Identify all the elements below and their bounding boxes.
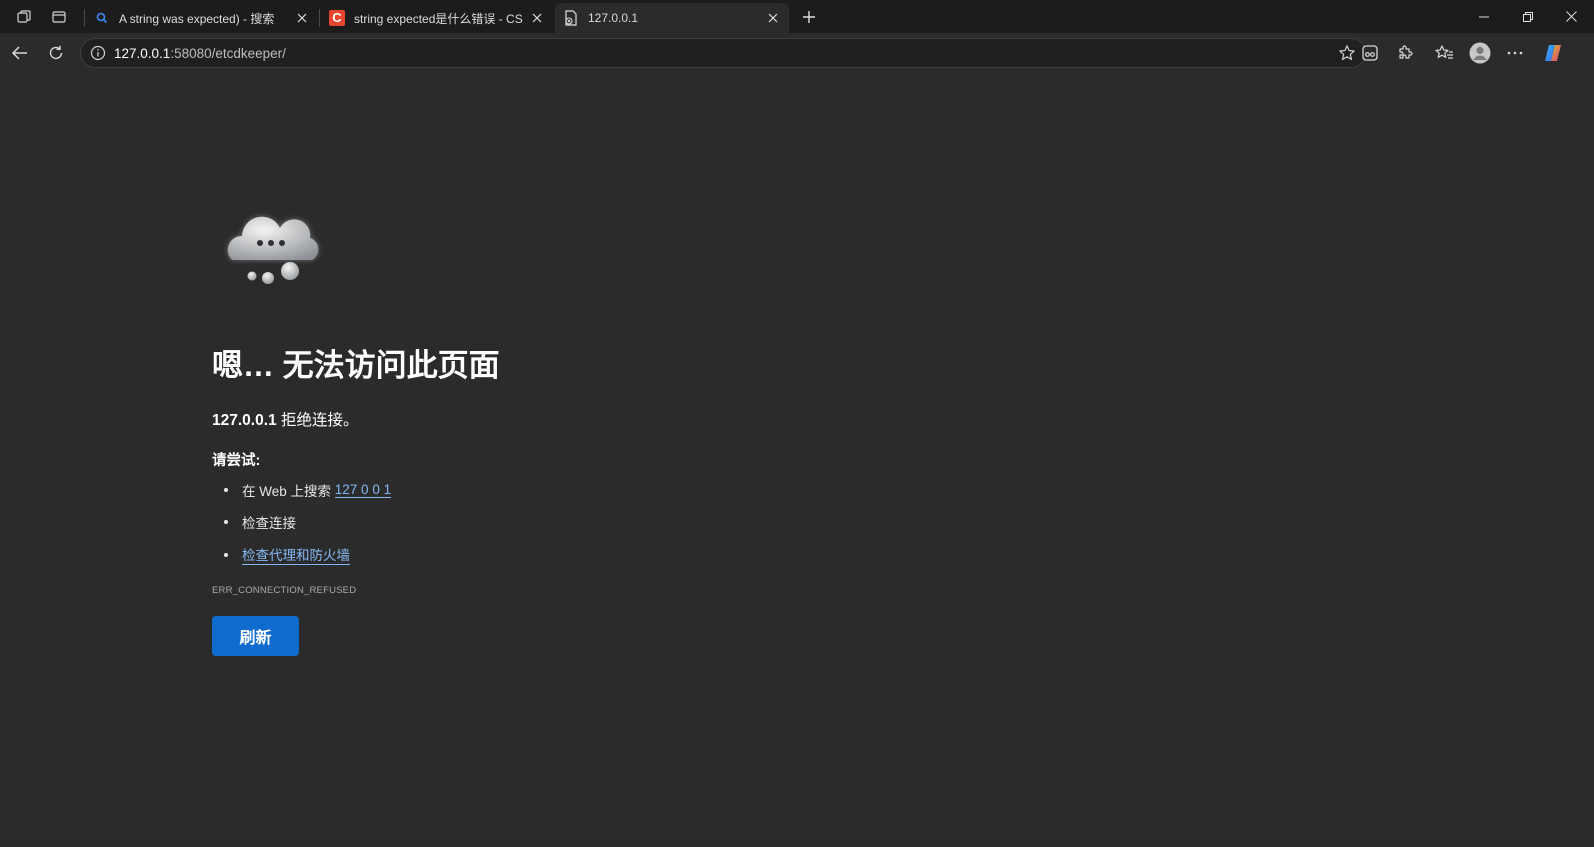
try-label: 请尝试: [212, 453, 261, 469]
url-port-path: :58080/etcdkeeper/ [170, 45, 286, 61]
close-tab-icon[interactable] [765, 10, 781, 26]
tab-separator [319, 9, 320, 27]
refresh-button[interactable] [42, 39, 70, 67]
cloud-illustration-icon [218, 205, 328, 295]
check-connection-text: 检查连接 [242, 516, 296, 531]
browser-toolbar: 127.0.0.1:58080/etcdkeeper/ [0, 33, 1594, 73]
search-web-link[interactable]: 127 0 0 1 [334, 482, 392, 498]
back-arrow-icon [11, 46, 27, 60]
refresh-icon [49, 45, 63, 60]
tab-search[interactable]: A string was expected) - 搜索 [86, 3, 318, 33]
minimize-button[interactable] [1461, 0, 1507, 33]
search-prefix-text: 在 Web 上搜索 [242, 484, 332, 499]
puzzle-icon [1399, 45, 1413, 59]
tab-title: string expected是什么错误 - CSDN [354, 11, 523, 26]
url-text[interactable]: 127.0.0.1:58080/etcdkeeper/ [114, 46, 286, 61]
csdn-logo-icon: C [329, 10, 345, 26]
page-title: 嗯… 无法访问此页面 [212, 348, 500, 383]
suggestion-check-connection: 检查连接 [224, 512, 296, 532]
copilot-button[interactable] [1539, 39, 1567, 67]
favorites-list-icon [1435, 45, 1453, 59]
error-message: 127.0.0.1 拒绝连接。 [212, 408, 358, 430]
tab-strip: A string was expected) - 搜索 C string exp… [0, 0, 1594, 33]
site-info-icon[interactable] [89, 44, 107, 62]
close-tab-icon[interactable] [529, 10, 545, 26]
workspaces-button[interactable] [11, 4, 37, 30]
immersive-reader-button[interactable] [1356, 39, 1384, 67]
restore-button[interactable] [1505, 0, 1551, 33]
avatar-icon [1469, 42, 1491, 64]
copilot-icon [1545, 45, 1561, 61]
suggestion-search: 在 Web 上搜索 127 0 0 1 [224, 480, 392, 500]
suggestion-check-proxy: 检查代理和防火墙 [224, 544, 350, 565]
favorite-star-icon[interactable] [1337, 43, 1357, 63]
close-icon [1565, 11, 1577, 22]
workspaces-icon [17, 10, 31, 23]
close-window-button[interactable] [1548, 0, 1594, 33]
extensions-button[interactable] [1391, 39, 1419, 67]
address-bar[interactable]: 127.0.0.1:58080/etcdkeeper/ [80, 38, 1366, 68]
error-page-icon [563, 10, 579, 26]
back-button[interactable] [6, 39, 34, 67]
error-description: 拒绝连接。 [276, 412, 359, 429]
favorites-button[interactable] [1430, 39, 1458, 67]
restore-icon [1523, 11, 1533, 22]
tab-localhost[interactable]: 127.0.0.1 [555, 3, 789, 33]
check-proxy-link[interactable]: 检查代理和防火墙 [242, 544, 350, 565]
bullet-icon [224, 552, 228, 557]
ellipsis-icon [1507, 51, 1523, 55]
profile-button[interactable] [1466, 39, 1494, 67]
bullet-icon [224, 488, 228, 492]
new-tab-button[interactable] [796, 4, 822, 30]
vertical-tabs-button[interactable] [46, 4, 72, 30]
error-host: 127.0.0.1 [212, 412, 277, 429]
plus-icon [803, 11, 815, 23]
close-tab-icon[interactable] [294, 10, 310, 26]
tab-title: A string was expected) - 搜索 [119, 11, 275, 26]
url-host: 127.0.0.1 [114, 45, 171, 61]
tab-separator [84, 9, 85, 27]
tab-actions-icon [52, 11, 66, 23]
tab-title: 127.0.0.1 [588, 11, 639, 25]
reader-icon [1362, 45, 1378, 61]
minimize-icon [1479, 16, 1489, 17]
bullet-icon [224, 520, 228, 524]
page-refresh-button[interactable]: 刷新 [212, 616, 299, 656]
error-code: ERR_CONNECTION_REFUSED [212, 585, 357, 596]
more-menu-button[interactable] [1501, 39, 1529, 67]
search-icon [94, 10, 110, 26]
tab-csdn[interactable]: C string expected是什么错误 - CSDN [321, 3, 553, 33]
